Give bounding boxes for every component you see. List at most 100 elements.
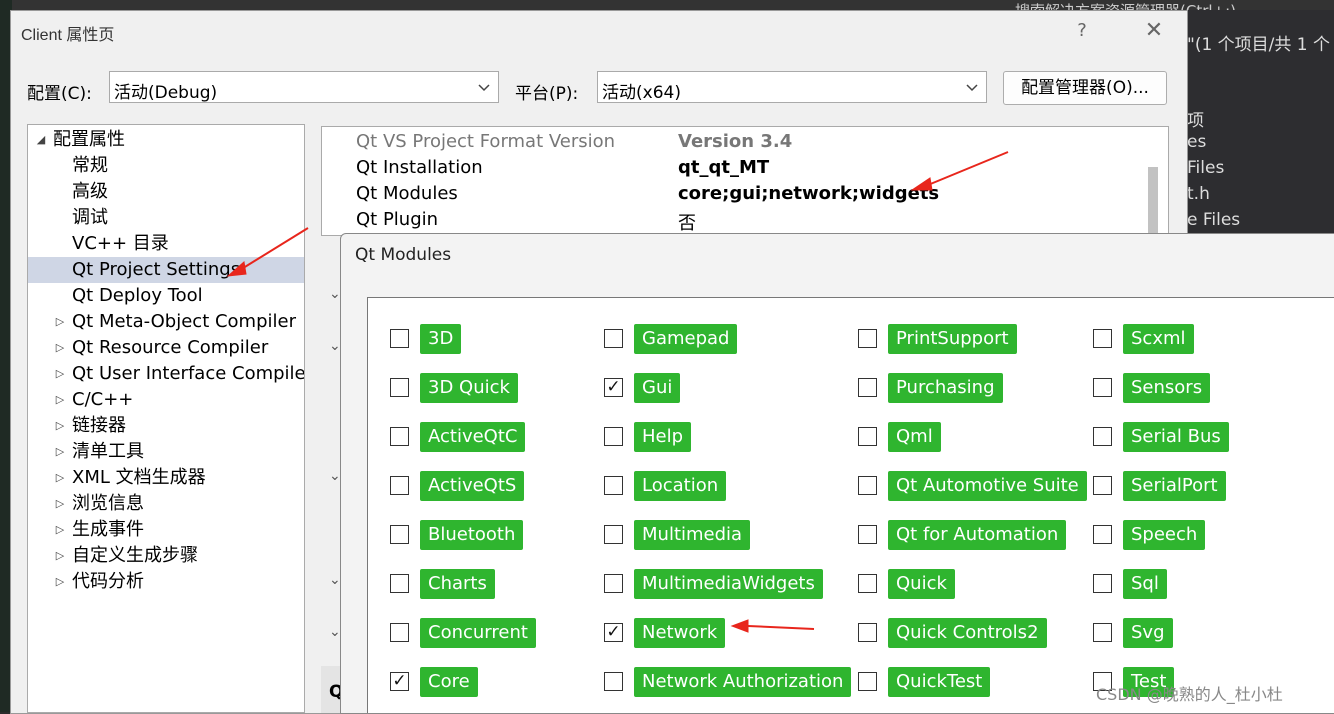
tree-item[interactable]: VC++ 目录 [28,231,304,257]
collapse-triangle-icon[interactable]: ◢ [34,127,48,153]
tree-item[interactable]: ▷ 浏览信息 [28,491,304,517]
module-checkbox[interactable] [390,329,409,348]
tree-item[interactable]: ▷ 生成事件 [28,517,304,543]
module-checkbox[interactable] [858,378,877,397]
module-checkbox[interactable] [1093,427,1112,446]
module-label[interactable]: QuickTest [888,667,991,697]
module-checkbox[interactable] [858,623,877,642]
module-label[interactable]: Core [420,667,478,697]
module-checkbox[interactable] [858,672,877,691]
expand-triangle-icon[interactable]: ▷ [53,439,67,465]
module-label[interactable]: Svg [1123,618,1173,648]
tree-item[interactable]: ▷ Qt Resource Compiler [28,335,304,361]
close-button[interactable]: ✕ [1139,17,1169,45]
tree-root-item[interactable]: ◢ 配置属性 [28,127,304,153]
module-label[interactable]: Quick [888,569,955,599]
module-label[interactable]: Concurrent [420,618,536,648]
module-checkbox[interactable] [1093,476,1112,495]
module-label[interactable]: SerialPort [1123,471,1226,501]
module-checkbox[interactable] [1093,378,1112,397]
module-label[interactable]: MultimediaWidgets [634,569,823,599]
module-label[interactable]: Sensors [1123,373,1211,403]
module-label[interactable]: Multimedia [634,520,751,550]
module-checkbox[interactable] [858,525,877,544]
module-label[interactable]: Network Authorization [634,667,852,697]
module-label[interactable]: Scxml [1123,324,1194,354]
module-checkbox[interactable] [604,672,623,691]
expand-triangle-icon[interactable]: ▷ [53,517,67,543]
module-checkbox-checked[interactable]: ✓ [390,672,409,691]
module-label[interactable]: Network [634,618,726,648]
tree-item[interactable]: ▷ 自定义生成步骤 [28,543,304,569]
module-label[interactable]: ActiveQtC [420,422,526,452]
module-label[interactable]: Gamepad [634,324,738,354]
expand-triangle-icon[interactable]: ▷ [53,569,67,595]
module-checkbox[interactable] [1093,574,1112,593]
tree-item[interactable]: ▷ 代码分析 [28,569,304,595]
module-checkbox[interactable] [390,574,409,593]
expand-triangle-icon[interactable]: ▷ [53,387,67,413]
module-label[interactable]: Location [634,471,727,501]
module-label[interactable]: Bluetooth [420,520,524,550]
tree-item[interactable]: ▷ C/C++ [28,387,304,413]
help-button[interactable]: ? [1067,17,1097,45]
module-checkbox[interactable] [604,574,623,593]
expand-triangle-icon[interactable]: ▷ [53,465,67,491]
module-label[interactable]: Help [634,422,692,452]
module-label[interactable]: Qt for Automation [888,520,1067,550]
expand-triangle-icon[interactable]: ▷ [53,335,67,361]
module-checkbox[interactable] [390,525,409,544]
module-checkbox[interactable] [858,427,877,446]
tree-item[interactable]: ▷ 链接器 [28,413,304,439]
module-checkbox[interactable] [858,329,877,348]
tree-item[interactable]: Qt Project Settings [28,257,304,283]
module-label[interactable]: 3D [420,324,462,354]
module-checkbox[interactable] [390,427,409,446]
module-checkbox[interactable] [604,476,623,495]
module-checkbox[interactable] [1093,329,1112,348]
module-checkbox[interactable] [604,329,623,348]
module-label[interactable]: ActiveQtS [420,471,525,501]
module-checkbox[interactable] [390,476,409,495]
tree-item[interactable]: 高级 [28,179,304,205]
module-label[interactable]: Purchasing [888,373,1003,403]
module-checkbox[interactable] [1093,623,1112,642]
property-row[interactable]: Qt VS Project Format Version Version 3.4 [322,129,1168,155]
tree-item[interactable]: ▷ XML 文档生成器 [28,465,304,491]
module-checkbox[interactable] [390,378,409,397]
module-label[interactable]: Quick Controls2 [888,618,1047,648]
tree-item[interactable]: Qt Deploy Tool [28,283,304,309]
tree-item[interactable]: ▷ Qt User Interface Compiler [28,361,304,387]
property-row[interactable]: Qt Plugin 否 [322,207,1168,234]
module-label[interactable]: Gui [634,373,681,403]
configuration-dropdown[interactable]: 活动(Debug) [109,71,499,103]
module-checkbox[interactable] [858,476,877,495]
tree-item[interactable]: ▷ Qt Meta-Object Compiler [28,309,304,335]
expand-triangle-icon[interactable]: ▷ [53,491,67,517]
property-row[interactable]: Qt Installation qt_qt_MT [322,155,1168,181]
module-checkbox[interactable] [858,574,877,593]
module-label[interactable]: Sql [1123,569,1167,599]
module-label[interactable]: PrintSupport [888,324,1017,354]
module-label[interactable]: Speech [1123,520,1206,550]
module-label[interactable]: Qml [888,422,941,452]
module-checkbox[interactable] [604,525,623,544]
module-checkbox-checked[interactable]: ✓ [604,623,623,642]
module-label[interactable]: Serial Bus [1123,422,1229,452]
module-label[interactable]: 3D Quick [420,373,518,403]
expand-triangle-icon[interactable]: ▷ [53,361,67,387]
module-label[interactable]: Qt Automotive Suite [888,471,1087,501]
expand-triangle-icon[interactable]: ▷ [53,543,67,569]
platform-dropdown[interactable]: 活动(x64) [597,71,987,103]
module-checkbox[interactable] [604,427,623,446]
tree-item[interactable]: 常规 [28,153,304,179]
property-row[interactable]: Qt Modules core;gui;network;widgets [322,181,1168,207]
tree-item[interactable]: 调试 [28,205,304,231]
module-checkbox[interactable] [1093,525,1112,544]
module-checkbox-checked[interactable]: ✓ [604,378,623,397]
configuration-manager-button[interactable]: 配置管理器(O)... [1003,71,1167,105]
tree-item[interactable]: ▷ 清单工具 [28,439,304,465]
expand-triangle-icon[interactable]: ▷ [53,413,67,439]
expand-triangle-icon[interactable]: ▷ [53,309,67,335]
module-label[interactable]: Charts [420,569,495,599]
